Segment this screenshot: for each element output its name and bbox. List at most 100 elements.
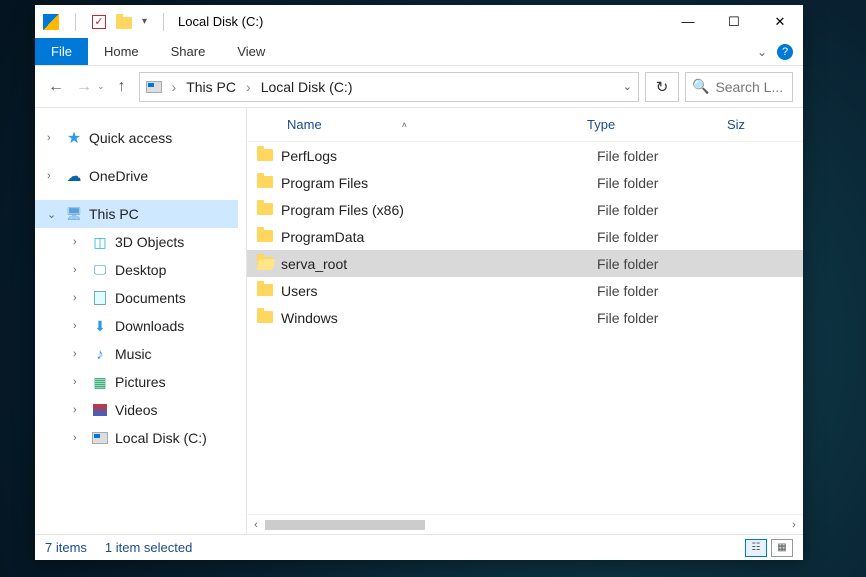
content-body: › ★ Quick access › ☁ OneDrive ⌄ 🖥 This P… <box>35 108 803 534</box>
folder-icon <box>257 202 281 218</box>
file-type: File folder <box>597 256 658 272</box>
scroll-track[interactable] <box>265 518 785 532</box>
navpane-scrollbar[interactable] <box>240 118 244 140</box>
tab-view[interactable]: View <box>221 38 281 65</box>
chevron-right-icon[interactable]: › <box>47 132 59 144</box>
new-folder-qat-icon[interactable] <box>116 17 132 29</box>
chevron-right-icon[interactable]: › <box>73 320 85 332</box>
tree-label: Quick access <box>89 130 172 146</box>
up-button[interactable]: ↑ <box>111 78 133 96</box>
cube-icon: ◫ <box>91 234 109 250</box>
star-icon: ★ <box>65 130 83 146</box>
tree-desktop[interactable]: › 🖵 Desktop <box>35 256 246 284</box>
tree-this-pc[interactable]: ⌄ 🖥 This PC <box>35 200 246 228</box>
folder-icon <box>257 148 281 164</box>
chevron-right-icon[interactable]: › <box>73 404 85 416</box>
history-dropdown-icon[interactable]: ⌄ <box>97 81 105 92</box>
sort-indicator-icon: ˄ <box>402 120 407 130</box>
column-size[interactable]: Siz <box>727 117 745 132</box>
chevron-right-icon[interactable]: › <box>73 376 85 388</box>
status-item-count: 7 items <box>45 540 87 555</box>
maximize-button[interactable]: ☐ <box>711 5 757 38</box>
folder-icon <box>257 175 281 191</box>
tree-label: Videos <box>115 402 158 418</box>
help-icon[interactable]: ? <box>777 44 793 60</box>
column-name[interactable]: Name <box>287 117 322 132</box>
file-name: Windows <box>281 310 597 326</box>
file-row[interactable]: ProgramDataFile folder <box>247 223 803 250</box>
back-button[interactable]: ← <box>45 78 67 96</box>
thumbnails-view-button[interactable]: ▦ <box>771 539 793 557</box>
search-box[interactable]: 🔍 Search L... <box>685 72 793 102</box>
drive-icon <box>146 81 162 93</box>
file-list-pane: Name ˄ Type Siz PerfLogsFile folderProgr… <box>247 108 803 534</box>
minimize-button[interactable]: — <box>665 5 711 38</box>
file-row[interactable]: UsersFile folder <box>247 277 803 304</box>
chevron-right-icon[interactable]: › <box>73 236 85 248</box>
file-row[interactable]: PerfLogsFile folder <box>247 142 803 169</box>
tree-videos[interactable]: › Videos <box>35 396 246 424</box>
tab-home[interactable]: Home <box>88 38 155 65</box>
chevron-right-icon[interactable]: › <box>166 79 183 95</box>
chevron-down-icon[interactable]: ⌄ <box>47 208 59 221</box>
file-row[interactable]: serva_rootFile folder <box>247 250 803 277</box>
status-selection: 1 item selected <box>105 540 192 555</box>
tree-label: Local Disk (C:) <box>115 430 207 446</box>
breadcrumb-this-pc[interactable]: This PC <box>186 79 236 95</box>
tab-file[interactable]: File <box>35 38 88 65</box>
ribbon-collapse-icon[interactable]: ⌄ <box>757 45 767 59</box>
forward-button[interactable]: → <box>73 78 95 96</box>
explorer-window: ✓ ▾ Local Disk (C:) — ☐ ✕ File Home Shar… <box>35 5 803 560</box>
tree-onedrive[interactable]: › ☁ OneDrive <box>35 162 246 190</box>
scroll-left-icon[interactable]: ‹ <box>247 519 265 531</box>
properties-qat-icon[interactable]: ✓ <box>92 15 106 29</box>
file-type: File folder <box>597 229 658 245</box>
qat-dropdown-icon[interactable]: ▾ <box>142 16 147 27</box>
tree-label: Documents <box>115 290 186 306</box>
separator <box>75 13 76 31</box>
document-icon <box>91 290 109 306</box>
pictures-icon: ▦ <box>91 374 109 390</box>
file-row[interactable]: WindowsFile folder <box>247 304 803 331</box>
file-type: File folder <box>597 202 658 218</box>
titlebar[interactable]: ✓ ▾ Local Disk (C:) — ☐ ✕ <box>35 5 803 38</box>
tree-quick-access[interactable]: › ★ Quick access <box>35 124 246 152</box>
scroll-thumb[interactable] <box>265 520 425 530</box>
details-view-button[interactable]: ☷ <box>745 539 767 557</box>
tree-3d-objects[interactable]: › ◫ 3D Objects <box>35 228 246 256</box>
chevron-right-icon[interactable]: › <box>47 170 59 182</box>
address-bar[interactable]: › This PC › Local Disk (C:) ⌄ <box>139 72 639 102</box>
tree-pictures[interactable]: › ▦ Pictures <box>35 368 246 396</box>
file-row[interactable]: Program FilesFile folder <box>247 169 803 196</box>
chevron-right-icon[interactable]: › <box>73 348 85 360</box>
refresh-button[interactable]: ↻ <box>645 72 679 102</box>
column-type[interactable]: Type <box>587 117 727 132</box>
tree-downloads[interactable]: › ⬇ Downloads <box>35 312 246 340</box>
drive-icon <box>91 430 109 446</box>
quick-access-toolbar: ✓ ▾ <box>43 13 170 31</box>
tree-local-disk[interactable]: › Local Disk (C:) <box>35 424 246 452</box>
download-icon: ⬇ <box>91 318 109 334</box>
close-button[interactable]: ✕ <box>757 5 803 38</box>
desktop-icon: 🖵 <box>91 262 109 278</box>
explorer-icon <box>43 14 59 30</box>
chevron-right-icon[interactable]: › <box>73 264 85 276</box>
chevron-right-icon[interactable]: › <box>73 432 85 444</box>
separator <box>163 13 164 31</box>
tree-label: This PC <box>89 206 139 222</box>
file-row[interactable]: Program Files (x86)File folder <box>247 196 803 223</box>
tree-label: 3D Objects <box>115 234 184 250</box>
file-name: ProgramData <box>281 229 597 245</box>
chevron-right-icon[interactable]: › <box>73 292 85 304</box>
file-name: PerfLogs <box>281 148 597 164</box>
search-icon: 🔍 <box>692 78 709 95</box>
address-dropdown-icon[interactable]: ⌄ <box>623 80 632 93</box>
tree-documents[interactable]: › Documents <box>35 284 246 312</box>
tree-music[interactable]: › ♪ Music <box>35 340 246 368</box>
file-type: File folder <box>597 148 658 164</box>
chevron-right-icon[interactable]: › <box>240 79 257 95</box>
scroll-right-icon[interactable]: › <box>785 519 803 531</box>
horizontal-scrollbar[interactable]: ‹ › <box>247 514 803 534</box>
breadcrumb-current[interactable]: Local Disk (C:) <box>261 79 353 95</box>
tab-share[interactable]: Share <box>155 38 222 65</box>
